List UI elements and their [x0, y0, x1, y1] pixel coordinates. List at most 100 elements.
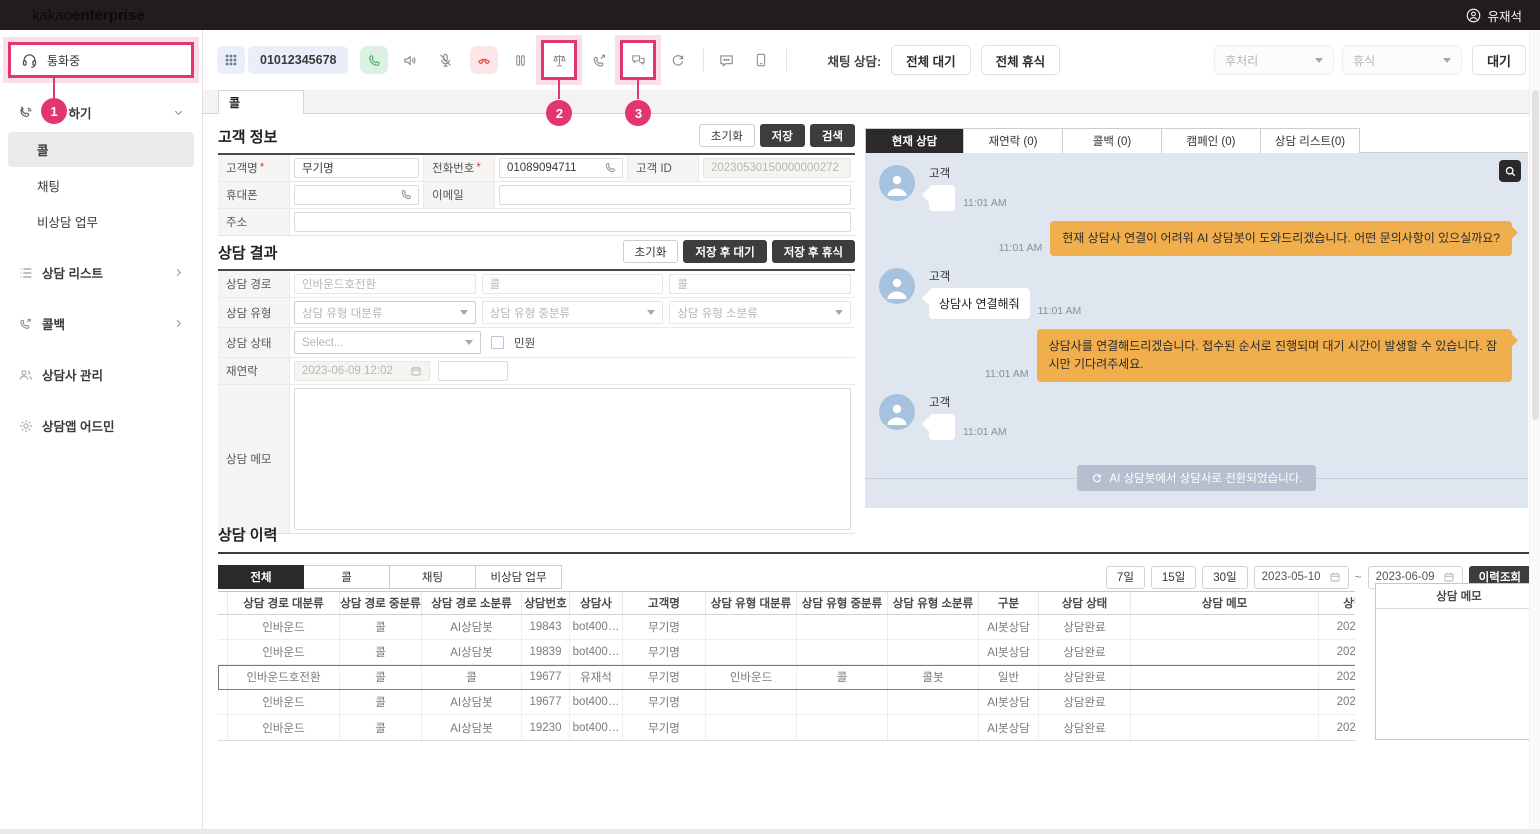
history-header-cell: 상담번호	[522, 592, 570, 614]
call-transfer-button[interactable]	[586, 47, 612, 73]
history-tab-call[interactable]: 콜	[304, 565, 390, 589]
phone-number-input[interactable]: 01012345678	[248, 46, 348, 74]
consult-memo-panel: 상담 메모	[1375, 583, 1540, 740]
history-cell: AI봇상담	[979, 715, 1039, 740]
history-cell: 무기명	[623, 615, 706, 639]
phone-consult-icon	[18, 105, 34, 121]
recontact-label: 재연락	[218, 358, 290, 384]
date-range-separator: ~	[1355, 570, 1362, 584]
chat-bubble: 상담사 연결해줘	[929, 288, 1030, 319]
history-table-row[interactable]: 인바운드콜AI상담봇19677bot400…무기명AI봇상담상담완료2023-0…	[218, 690, 1355, 715]
consult-type-minor-select[interactable]: 상담 유형 소분류	[669, 301, 851, 324]
consult-status-select[interactable]: Select...	[294, 331, 481, 354]
consult-assist-button[interactable]: 2	[541, 40, 577, 80]
tab-recontact[interactable]: 재연락 (0)	[964, 128, 1063, 153]
dialpad-button[interactable]	[217, 46, 245, 74]
sidebar-item-app-admin[interactable]: 상담앱 어드민	[0, 407, 202, 444]
history-cell: 무기명	[623, 690, 706, 714]
consult-type-major-select[interactable]: 상담 유형 대분류	[294, 301, 476, 324]
mute-mic-button[interactable]	[432, 47, 458, 73]
call-button[interactable]	[360, 46, 388, 74]
history-cell	[218, 690, 228, 714]
sidebar-item-callback[interactable]: 콜백	[0, 305, 202, 342]
history-cell: 2023-06-09	[1319, 640, 1355, 664]
history-tab-chat[interactable]: 채팅	[390, 565, 476, 589]
save-and-rest-button[interactable]: 저장 후 휴식	[772, 240, 855, 263]
history-table-row[interactable]: 인바운드콜AI상담봇19839bot400…무기명AI봇상담상담완료2023-0…	[218, 640, 1355, 665]
chat-bubble: 현재 상담사 연결이 어려워 AI 상담봇이 도와드리겠습니다. 어떤 문의사항…	[1050, 221, 1512, 256]
hold-button[interactable]	[507, 47, 533, 73]
range-15d-button[interactable]: 15일	[1151, 566, 1196, 589]
save-and-wait-button[interactable]: 저장 후 대기	[683, 240, 766, 263]
history-cell: 19230	[522, 715, 570, 740]
range-30d-button[interactable]: 30일	[1202, 566, 1247, 589]
refresh-button[interactable]	[665, 47, 691, 73]
consult-result-title: 상담 결과	[218, 242, 277, 263]
agent-status-indicator[interactable]: 통화중 1	[8, 42, 194, 78]
range-7d-button[interactable]: 7일	[1106, 566, 1145, 589]
sidebar-item-consult[interactable]: 상담 하기	[0, 94, 202, 131]
mobile-device-button[interactable]	[748, 47, 774, 73]
tab-consult-list[interactable]: 상담 리스트(0)	[1261, 128, 1360, 153]
result-reset-button[interactable]: 초기화	[623, 240, 679, 263]
user-menu[interactable]: 유재석	[1466, 6, 1522, 25]
tab-callback[interactable]: 콜백 (0)	[1063, 128, 1162, 153]
history-table-row[interactable]: 인바운드콜AI상담봇19843bot400…무기명AI봇상담상담완료2023-0…	[218, 615, 1355, 640]
tab-campaign[interactable]: 캠페인 (0)	[1162, 128, 1261, 153]
all-wait-button[interactable]: 전체 대기	[891, 45, 970, 75]
chat-timestamp: 11:01 AM	[963, 197, 1007, 211]
hangup-button[interactable]	[470, 46, 498, 74]
sidebar-item-call[interactable]: 콜	[8, 132, 194, 167]
tab-current-consult[interactable]: 현재 상담	[865, 128, 964, 153]
customer-search-button[interactable]: 검색	[810, 124, 855, 147]
history-cell: 유재석	[570, 665, 623, 689]
scrollbar-thumb[interactable]	[1532, 90, 1539, 420]
history-table-row[interactable]: 인바운드콜AI상담봇19230bot400…무기명AI봇상담상담완료2023-0…	[218, 715, 1355, 740]
sidebar-item-nonconsult[interactable]: 비상담 업무	[8, 204, 194, 239]
customer-reset-button[interactable]: 초기화	[699, 124, 755, 147]
all-rest-button[interactable]: 전체 휴식	[981, 45, 1060, 75]
history-cell	[706, 715, 797, 740]
consult-type-middle-select[interactable]: 상담 유형 중분류	[482, 301, 664, 324]
recontact-time-input[interactable]	[438, 361, 508, 381]
customer-save-button[interactable]: 저장	[760, 124, 805, 147]
history-tab-all[interactable]: 전체	[218, 565, 304, 589]
history-cell: 무기명	[623, 640, 706, 664]
speaker-button[interactable]	[397, 47, 423, 73]
vertical-scrollbar[interactable]	[1529, 30, 1540, 829]
chat-message-button[interactable]	[713, 47, 739, 73]
required-mark: *	[476, 162, 480, 174]
customer-mobile-input[interactable]	[294, 185, 419, 205]
history-cell: 19677	[522, 665, 570, 689]
history-tab-nonconsult[interactable]: 비상담 업무	[476, 565, 562, 589]
history-table-row[interactable]: 인바운드호전환콜콜19677유재석무기명인바운드콜콜봇일반상담완료2023-06…	[218, 665, 1355, 690]
customer-name-label: 고객명*	[218, 155, 290, 181]
wait-button[interactable]: 대기	[1472, 45, 1526, 75]
sidebar-item-consult-list[interactable]: 상담 리스트	[0, 254, 202, 291]
history-cell	[218, 615, 228, 639]
postprocess-select[interactable]: 후처리	[1214, 45, 1334, 75]
horizontal-scrollbar[interactable]	[0, 829, 1540, 834]
history-cell: 콜	[340, 715, 422, 740]
consult-memo-textarea[interactable]	[294, 388, 851, 530]
consult-memo-label: 상담 메모	[218, 385, 290, 533]
date-from-input[interactable]: 2023-05-10	[1254, 566, 1349, 589]
history-cell: 무기명	[623, 715, 706, 740]
history-cell: AI상담봇	[422, 640, 522, 664]
customer-name-input[interactable]: 무기명	[294, 158, 419, 178]
gear-icon	[18, 418, 34, 434]
customer-phone-input[interactable]: 01089094711	[499, 158, 623, 178]
tab-call[interactable]: 콜	[218, 90, 304, 114]
customer-email-input[interactable]	[499, 185, 851, 205]
switch-to-chat-button[interactable]: 3	[620, 40, 656, 80]
chat-message-agent: 11:01 AM 현재 상담사 연결이 어려워 AI 상담봇이 도와드리겠습니다…	[865, 211, 1528, 256]
sidebar-item-chat[interactable]: 채팅	[8, 168, 194, 203]
rest-select[interactable]: 휴식	[1342, 45, 1462, 75]
chat-search-button[interactable]	[1499, 160, 1521, 182]
history-cell: 19677	[522, 690, 570, 714]
customer-address-input[interactable]	[294, 212, 851, 232]
customer-id-label: 고객 ID	[627, 155, 699, 181]
sidebar-item-agent-mgmt[interactable]: 상담사 관리	[0, 356, 202, 393]
complaint-checkbox[interactable]	[491, 336, 504, 349]
recontact-date-field[interactable]: 2023-06-09 12:02	[294, 361, 430, 381]
